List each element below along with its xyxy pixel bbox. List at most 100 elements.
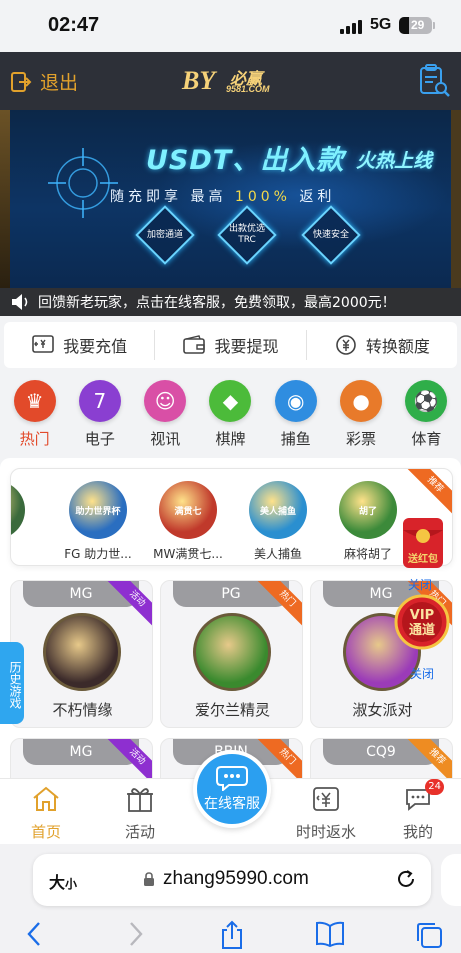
logo-url: 9581.COM [226,84,270,94]
category-nav: ♛ 热门 7 电子 ☺ 视讯 ◆ 棋牌 ◉ 捕鱼 ● 彩票 ⚽ 体育 [0,380,461,450]
tab-mine[interactable]: 24 我的 [378,779,458,842]
text-size-small-label: 小 [65,877,78,891]
hot-game-name: 麻将胡了 [343,547,392,561]
category-5[interactable]: ● 彩票 [331,380,391,450]
notice-text: 回馈新老玩家，点击在线客服，免费领取，最高2000元！ [38,295,396,311]
hot-game-name: 美人捕鱼 [253,547,302,561]
game-card[interactable]: MG 活动 [10,738,153,778]
tabs-icon[interactable] [414,920,444,950]
red-envelope-label: 送红包 [408,554,438,565]
banner-edge-right [451,110,461,288]
reload-icon[interactable] [395,868,417,890]
category-0[interactable]: ♛ 热门 [5,380,65,450]
hot-game-item[interactable]: 满贯七 MW满贯七... [143,481,233,562]
category-label: 彩票 [346,430,377,448]
tab-rebate-label: 时时返水 [295,823,356,841]
game-thumbnail: 胡了 [339,481,397,539]
banner-subtitle: 随充即享 最高 100% 返利 [110,186,335,206]
exchange-label: 转换额度 [365,337,430,356]
withdraw-button[interactable]: 我要提现 [154,330,305,360]
crown-icon: ♛ [13,380,56,422]
banner-tag-withdraw: 出款优选 TRC [217,205,277,265]
hot-game-item[interactable]: 美人捕鱼 美人捕鱼 [233,481,323,562]
online-service-button[interactable]: 在线客服 [193,750,271,828]
deposit-button[interactable]: 我要充值 [4,330,154,360]
hot-games-carousel[interactable]: 推荐 赌...助力世界杯FG 助力世...满贯七MW满贯七...美人捕鱼美人捕鱼… [10,468,453,566]
lock-icon [144,872,154,886]
online-service-label: 在线客服 [204,796,260,812]
banner-subtitle-suffix: 返利 [299,189,336,205]
game-card[interactable]: PG 热门 爱尔兰精灵 [160,580,303,728]
notice-marquee[interactable]: 回馈新老玩家，点击在线客服，免费领取，最高2000元！ [0,288,461,316]
game-thumbnail: 美人捕鱼 [249,481,307,539]
hot-game-name: FG 助力世... [64,547,132,561]
history-games-tab[interactable]: 历史游戏 [0,642,24,724]
network-type: 5G [370,16,392,33]
slot-777-icon: 7 [78,380,121,422]
live-dealer-icon: ☺ [144,380,187,422]
banner-tag-crypto: 加密通道 [135,205,195,265]
close-vip-button[interactable]: 关闭 [410,665,434,682]
banner-tag-label: 出款优选 [228,224,265,234]
logout-button[interactable]: 退出 [10,68,78,95]
exchange-button[interactable]: 转换额度 [305,330,457,360]
promo-banner[interactable]: USDT、出入款 火热上线 随充即享 最高 100% 返利 加密通道 出款优选 T… [0,110,461,288]
tab-rebate[interactable]: 时时返水 [286,785,366,842]
report-search-icon[interactable] [417,64,451,98]
game-card[interactable]: CQ9 推荐 [310,738,453,778]
category-3[interactable]: ◆ 棋牌 [200,380,260,450]
game-thumbnail [11,481,25,539]
battery-cap [433,22,435,29]
game-thumbnail [193,613,271,691]
category-label: 棋牌 [215,430,246,448]
rebate-icon [313,787,339,811]
banner-hot-text: 火热上线 [356,150,433,172]
banner-title: USDT、出入款 [146,145,345,176]
red-envelope-float[interactable]: 送红包 [395,512,451,574]
app-screen: 02:47 5G 29 退出 BY 必赢 9581.COM USDT、出入款 火… [0,0,461,953]
category-label: 电子 [84,430,115,448]
bookmarks-icon[interactable] [314,920,346,948]
category-4[interactable]: ◉ 捕鱼 [266,380,326,450]
game-content: 推荐 赌...助力世界杯FG 助力世...满贯七MW满贯七...美人捕鱼美人捕鱼… [0,458,461,778]
tab-activity-label: 活动 [124,823,155,841]
game-name: 不朽情缘 [52,701,113,719]
back-icon[interactable] [24,920,46,948]
tab-mine-label: 我的 [402,823,433,841]
home-icon [33,786,59,811]
forward-icon[interactable] [124,920,146,948]
category-2[interactable]: ☺ 视讯 [135,380,195,450]
text-size-button[interactable]: 大小 [49,869,77,893]
app-header: 退出 BY 必赢 9581.COM [0,52,461,110]
game-name: 爱尔兰精灵 [194,701,270,719]
banner-subtitle-prefix: 随充即享 最高 [110,189,227,205]
tab-activity[interactable]: 活动 [100,785,180,842]
address-bar[interactable]: 大小 zhang95990.com [33,854,431,906]
banner-tag-safe: 快速安全 [301,205,361,265]
tab-home-label: 首页 [30,823,61,841]
vip-channel-float[interactable]: VIP通道 [393,590,451,660]
crosshair-icon [48,148,118,218]
tab-home[interactable]: 首页 [6,785,86,842]
hot-game-item[interactable]: 赌... [11,481,41,562]
wallet-icon [183,335,206,354]
status-bar: 02:47 5G 29 [0,0,461,52]
hot-game-item[interactable]: 助力世界杯 FG 助力世... [53,481,143,562]
withdraw-label: 我要提现 [214,337,279,356]
game-card[interactable]: MG 活动 不朽情缘 [10,580,153,728]
game-thumbnail: 助力世界杯 [69,481,127,539]
next-tab-preview[interactable] [441,854,461,906]
deposit-label: 我要充值 [63,337,128,356]
share-icon[interactable] [218,920,246,950]
chess-card-icon: ◆ [209,380,252,422]
banner-subtitle-highlight: 100% [234,189,291,205]
signal-icon [340,20,364,34]
category-6[interactable]: ⚽ 体育 [396,380,456,450]
logout-icon [11,71,32,92]
message-badge: 24 [425,779,444,795]
game-thumbnail: 满贯七 [159,481,217,539]
category-label: 体育 [411,430,442,448]
wallet-actions: 我要充值 我要提现 转换额度 [4,322,457,368]
category-1[interactable]: 7 电子 [70,380,130,450]
text-size-label: 大 [49,873,66,892]
